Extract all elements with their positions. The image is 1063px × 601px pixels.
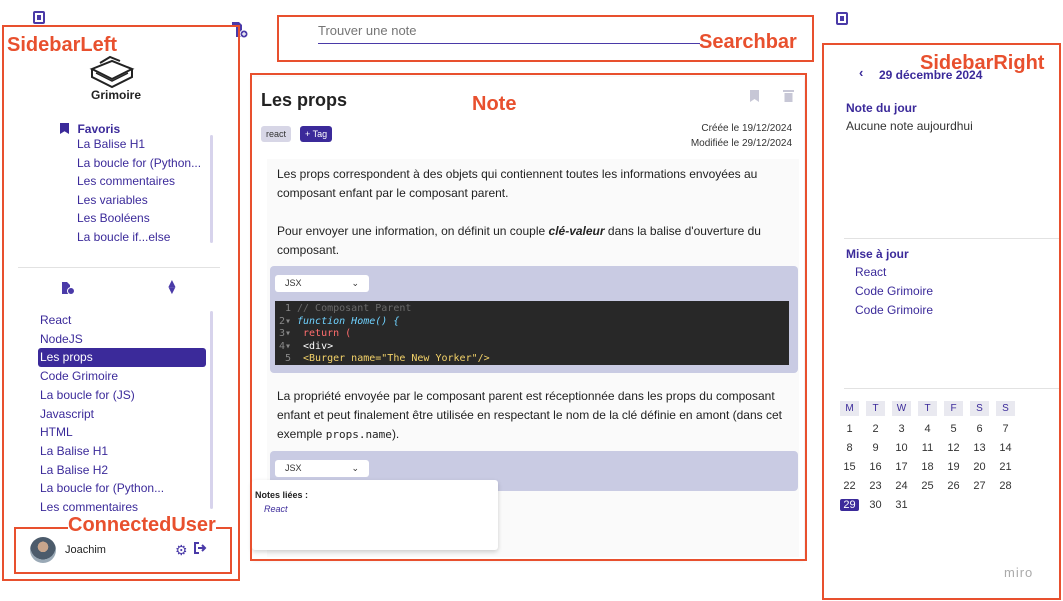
- annotation-searchbar-label: Searchbar: [699, 31, 797, 53]
- annotation-note-label: Note: [472, 93, 517, 115]
- annotation-sidebar-right-box: [822, 43, 1061, 600]
- annotation-sidebar-left-label: SidebarLeft: [7, 34, 118, 56]
- annotation-sidebar-right-label: SidebarRight: [920, 52, 1045, 74]
- toggle-right-sidebar-button[interactable]: [836, 12, 848, 25]
- annotation-connected-user-label: ConnectedUser: [68, 514, 216, 537]
- annotation-note-box: [250, 73, 807, 561]
- annotation-sidebar-left-box: [2, 25, 240, 581]
- toggle-left-sidebar-button[interactable]: [33, 11, 45, 24]
